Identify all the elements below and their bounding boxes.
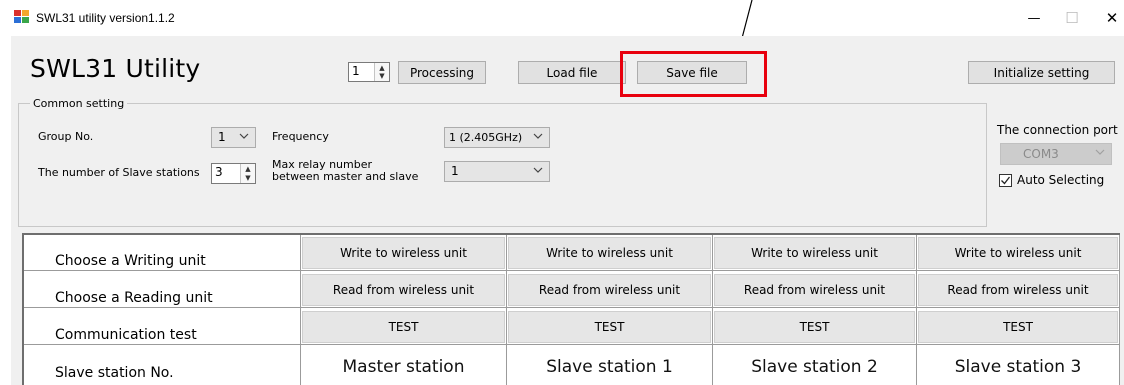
chevron-down-icon (533, 133, 543, 139)
auto-selecting-checkbox[interactable] (999, 174, 1012, 187)
chevron-down-icon (533, 167, 543, 173)
read-button-slave2[interactable]: Read from wireless unit (714, 274, 915, 306)
common-setting-title: Common setting (30, 97, 128, 110)
relay-label-line2: between master and slave (272, 170, 419, 183)
chevron-down-icon (239, 133, 249, 139)
station-label-slave3: Slave station 3 (954, 357, 1082, 377)
test-button-slave3[interactable]: TEST (918, 311, 1118, 343)
slave-count-value: 3 (215, 165, 223, 179)
test-button-slave2[interactable]: TEST (714, 311, 915, 343)
app-heading: SWL31 Utility (30, 54, 201, 83)
row-label-reading: Choose a Reading unit (55, 290, 213, 306)
relay-value: 1 (451, 164, 459, 178)
station-label-master: Master station (342, 357, 465, 377)
chevron-down-icon (1095, 149, 1105, 155)
read-button-slave1[interactable]: Read from wireless unit (508, 274, 711, 306)
stepper-down-icon: ▼ (245, 174, 251, 182)
station-label-slave1: Slave station 1 (546, 357, 673, 377)
test-button-slave1[interactable]: TEST (508, 311, 711, 343)
grid-hline (24, 270, 1120, 271)
stepper-arrows[interactable]: ▲ ▼ (374, 63, 389, 81)
write-button-slave1[interactable]: Write to wireless unit (508, 237, 711, 269)
processing-button[interactable]: Processing (398, 61, 486, 84)
slave-count-stepper[interactable]: 3 ▲ ▼ (211, 163, 256, 184)
connection-port-value: COM3 (1023, 147, 1059, 161)
grid-vline (1119, 235, 1120, 385)
relay-select[interactable]: 1 (444, 161, 550, 182)
initialize-setting-button[interactable]: Initialize setting (968, 61, 1115, 84)
group-no-label: Group No. (38, 130, 94, 143)
grid-hline (24, 344, 1120, 345)
write-button-master[interactable]: Write to wireless unit (302, 237, 505, 269)
connection-port-label: The connection port (997, 123, 1118, 137)
stepper-arrows[interactable]: ▲ ▼ (240, 164, 255, 183)
checkmark-icon (1001, 176, 1011, 185)
load-file-button[interactable]: Load file (518, 61, 626, 84)
station-label-slave2: Slave station 2 (751, 357, 878, 377)
group-no-select[interactable]: 1 (211, 127, 256, 148)
auto-selecting-label: Auto Selecting (1017, 173, 1105, 187)
frequency-select[interactable]: 1 (2.405GHz) (444, 127, 550, 148)
grid-hline (24, 307, 1120, 308)
group-no-value: 1 (218, 130, 226, 144)
write-button-slave3[interactable]: Write to wireless unit (918, 237, 1118, 269)
slave-count-label: The number of Slave stations (38, 166, 200, 179)
row-label-writing: Choose a Writing unit (55, 253, 206, 269)
read-button-slave3[interactable]: Read from wireless unit (918, 274, 1118, 306)
frequency-label: Frequency (272, 130, 329, 143)
processing-count-value: 1 (352, 64, 360, 78)
read-button-master[interactable]: Read from wireless unit (302, 274, 505, 306)
stepper-down-icon: ▼ (379, 72, 385, 80)
row-label-comm-test: Communication test (55, 327, 197, 343)
row-label-station-no: Slave station No. (55, 365, 174, 381)
annotation-highlight-box (620, 51, 767, 97)
frequency-value: 1 (2.405GHz) (449, 131, 523, 144)
test-button-master[interactable]: TEST (302, 311, 505, 343)
write-button-slave2[interactable]: Write to wireless unit (714, 237, 915, 269)
connection-port-select[interactable]: COM3 (1000, 143, 1112, 165)
processing-count-stepper[interactable]: 1 ▲ ▼ (348, 62, 390, 82)
